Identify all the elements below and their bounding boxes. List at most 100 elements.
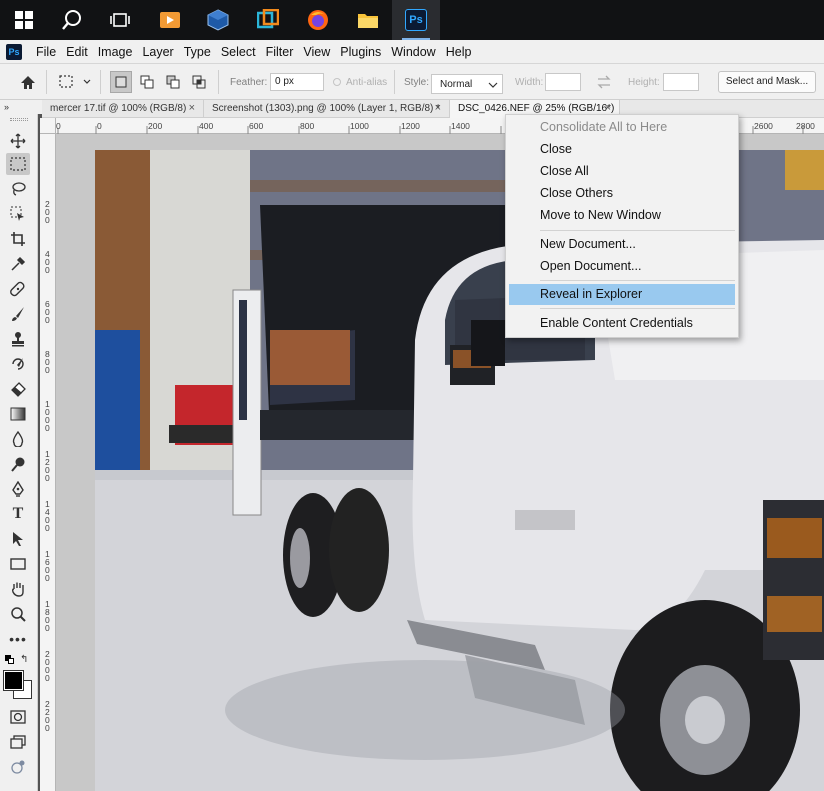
tab-label: DSC_0426.NEF @ 25% (RGB/16*) (458, 103, 615, 114)
rectangle-icon (10, 558, 26, 570)
menu-type[interactable]: Type (179, 40, 216, 64)
taskbar-search-button[interactable] (48, 0, 96, 40)
ruler-label: 2 0 0 0 (45, 649, 50, 683)
content-credentials-button[interactable] (6, 756, 30, 778)
swap-width-height-button[interactable] (596, 74, 612, 90)
type-tool[interactable]: T (6, 503, 30, 525)
menu-select[interactable]: Select (216, 40, 261, 64)
style-select[interactable]: Normal (431, 74, 503, 94)
tab-screenshot-1303[interactable]: Screenshot (1303).png @ 100% (Layer 1, R… (204, 100, 450, 118)
menu-view[interactable]: View (298, 40, 335, 64)
path-selection-tool[interactable] (6, 528, 30, 550)
menu-new-document[interactable]: New Document... (509, 234, 735, 255)
ruler-label: 2 2 0 0 (45, 699, 50, 733)
dodge-tool[interactable] (6, 453, 30, 475)
menu-plugins[interactable]: Plugins (335, 40, 386, 64)
gradient-icon (10, 407, 26, 421)
photoshop-taskbar-button[interactable]: Ps (392, 0, 440, 40)
menu-image[interactable]: Image (93, 40, 138, 64)
home-icon (21, 75, 35, 89)
more-tools-icon: ••• (9, 631, 27, 647)
menu-filter[interactable]: Filter (261, 40, 299, 64)
new-selection-button[interactable] (110, 71, 132, 93)
object-selection-tool[interactable] (6, 203, 30, 225)
menu-open-document[interactable]: Open Document... (509, 256, 735, 277)
windows-start-button[interactable] (0, 0, 48, 40)
history-brush-tool[interactable] (6, 353, 30, 375)
ruler-label: 1 8 0 0 (45, 599, 50, 633)
width-label: Width: (515, 77, 544, 88)
healing-brush-tool[interactable] (6, 278, 30, 300)
clone-stamp-tool[interactable] (6, 328, 30, 350)
move-tool[interactable] (6, 130, 30, 152)
virtualbox-button[interactable] (194, 0, 242, 40)
feather-input[interactable]: 0 px (270, 73, 324, 91)
screen-mode-button[interactable] (6, 731, 30, 753)
menu-enable-content-credentials[interactable]: Enable Content Credentials (509, 313, 735, 334)
home-button[interactable] (17, 71, 39, 93)
menu-help[interactable]: Help (441, 40, 477, 64)
quick-mask-button[interactable] (6, 706, 30, 728)
firefox-button[interactable] (294, 0, 342, 40)
ruler-label: 4 0 0 (45, 249, 50, 275)
path-selection-icon (13, 532, 23, 546)
photoshop-icon-label: Ps (409, 14, 423, 26)
snip-button[interactable] (244, 0, 292, 40)
menu-consolidate-all: Consolidate All to Here (540, 120, 668, 134)
intersect-selection-button[interactable] (188, 71, 210, 93)
tab-mercer-17[interactable]: mercer 17.tif @ 100% (RGB/8) × (42, 100, 204, 118)
stamp-icon (12, 332, 24, 347)
select-and-mask-button[interactable]: Select and Mask... (718, 71, 816, 93)
blur-tool[interactable] (6, 428, 30, 450)
crop-tool[interactable] (6, 228, 30, 250)
menu-close-others[interactable]: Close Others (509, 183, 735, 204)
eyedropper-tool[interactable] (6, 253, 30, 275)
brush-tool[interactable] (6, 303, 30, 325)
swap-colors-icon[interactable]: ↰ (20, 654, 28, 665)
menu-separator (540, 280, 735, 281)
menu-close[interactable]: Close (509, 139, 735, 160)
task-view-button[interactable] (96, 0, 144, 40)
eraser-tool[interactable] (6, 378, 30, 400)
lasso-tool[interactable] (6, 178, 30, 200)
menu-layer[interactable]: Layer (137, 40, 178, 64)
anti-alias-checkbox[interactable] (333, 78, 341, 86)
ruler-label: 8 0 0 (45, 349, 50, 375)
toolbar-grip (10, 118, 28, 121)
add-to-selection-button[interactable] (136, 71, 158, 93)
menu-bar: Ps File Edit Image Layer Type Select Fil… (0, 40, 824, 64)
foreground-color-swatch[interactable] (3, 670, 24, 691)
close-icon[interactable]: × (189, 100, 195, 117)
zoom-tool[interactable] (6, 603, 30, 625)
rectangular-marquee-tool[interactable] (6, 153, 30, 175)
menu-window[interactable]: Window (386, 40, 440, 64)
menu-edit[interactable]: Edit (61, 40, 93, 64)
blur-drop-icon (12, 431, 24, 447)
media-player-button[interactable] (146, 0, 194, 40)
pen-tool[interactable] (6, 478, 30, 500)
ruler-origin[interactable] (40, 118, 56, 134)
width-input[interactable] (545, 73, 581, 91)
bandage-icon (10, 281, 25, 297)
height-input[interactable] (663, 73, 699, 91)
credentials-icon (11, 760, 25, 774)
panel-collapse-toggle[interactable]: » (0, 100, 42, 114)
media-player-icon (160, 12, 180, 28)
menu-reveal-in-explorer[interactable]: Reveal in Explorer (509, 284, 735, 305)
close-icon[interactable]: × (435, 100, 441, 117)
ruler-label: 200 (148, 121, 163, 131)
menu-move-to-new-window[interactable]: Move to New Window (509, 205, 735, 226)
tool-preset-picker[interactable] (56, 71, 96, 93)
ruler-label: 2 0 0 (45, 199, 50, 225)
edit-toolbar-button[interactable]: ••• (6, 628, 30, 650)
menu-close-all[interactable]: Close All (509, 161, 735, 182)
subtract-from-selection-button[interactable] (162, 71, 184, 93)
menu-file[interactable]: File (31, 40, 61, 64)
file-explorer-button[interactable] (344, 0, 392, 40)
hand-tool[interactable] (6, 578, 30, 600)
select-and-mask-label: Select and Mask... (725, 76, 809, 87)
vertical-ruler[interactable]: 2 0 0 4 0 0 6 0 0 8 0 0 1 0 0 0 1 2 0 0 … (40, 134, 56, 791)
gradient-tool[interactable] (6, 403, 30, 425)
default-colors-icon[interactable] (5, 655, 14, 664)
rectangle-tool[interactable] (6, 553, 30, 575)
